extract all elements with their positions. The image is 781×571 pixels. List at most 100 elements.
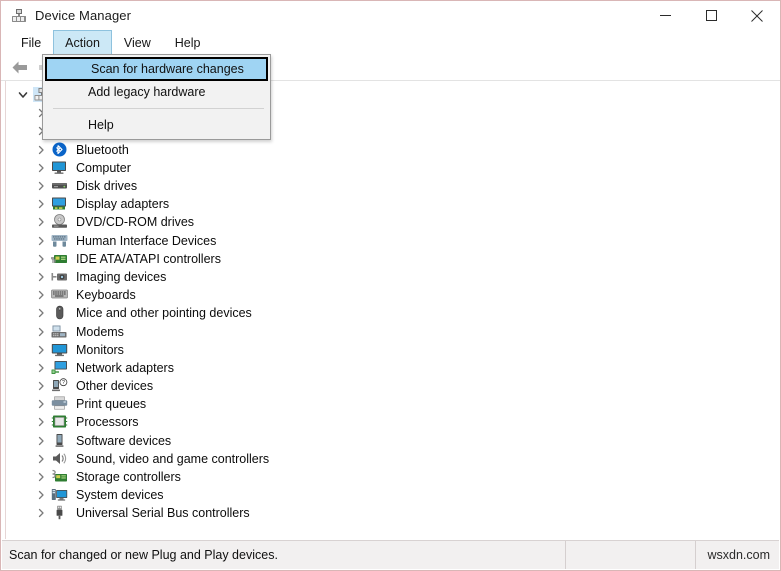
statusbar-middle-pane [566,541,696,569]
tree-left-divider [5,81,6,539]
action-dropdown-menu[interactable]: Scan for hardware changes Add legacy har… [42,54,271,140]
tree-row-label: Mice and other pointing devices [76,306,252,321]
processor-icon [51,414,70,430]
monitor-icon [51,342,70,358]
tree-row-other-devices[interactable]: ? Other devices [7,377,779,395]
close-button[interactable] [734,1,780,30]
hid-icon [51,233,70,249]
chevron-right-icon[interactable] [33,308,49,318]
titlebar: Device Manager [1,1,780,30]
tree-row-disk-drives[interactable]: Disk drives [7,177,779,195]
chevron-right-icon[interactable] [33,163,49,173]
tree-row-modems[interactable]: Modems [7,322,779,340]
chevron-right-icon[interactable] [33,272,49,282]
tree-row-imaging-devices[interactable]: Imaging devices [7,268,779,286]
tree-row-human-interface-devices[interactable]: Human Interface Devices [7,232,779,250]
maximize-button[interactable] [688,1,734,30]
dvd-drive-icon [51,214,70,230]
tree-row-ide-ata-atapi-controllers[interactable]: IDE ATA/ATAPI controllers [7,250,779,268]
tree-row-label: Universal Serial Bus controllers [76,506,250,521]
computer-icon [51,160,70,176]
tree-row-label: IDE ATA/ATAPI controllers [76,251,221,266]
watermark: wsxdn.com [707,548,770,562]
chevron-right-icon[interactable] [33,217,49,227]
tree-row-display-adapters[interactable]: Display adapters [7,195,779,213]
chevron-right-icon[interactable] [33,490,49,500]
window-controls [642,1,780,30]
tree-row-label: Software devices [76,433,172,448]
chevron-right-icon[interactable] [33,254,49,264]
statusbar: Scan for changed or new Plug and Play de… [2,540,779,569]
tree-row-label: Network adapters [76,360,174,375]
device-tree[interactable]: Batteries Bluetooth [7,83,779,539]
chevron-right-icon[interactable] [33,399,49,409]
svg-text:?: ? [62,380,65,386]
tree-row-storage-controllers[interactable]: Storage controllers [7,468,779,486]
menu-file[interactable]: File [9,30,53,55]
tree-row-label: Imaging devices [76,269,167,284]
chevron-right-icon[interactable] [33,236,49,246]
tree-row-system-devices[interactable]: System devices [7,486,779,504]
chevron-right-icon[interactable] [33,199,49,209]
tree-row-label: Bluetooth [76,142,129,157]
tree-row-label: Computer [76,160,131,175]
device-manager-window: Device Manager File Action View Help Blu… [0,0,781,571]
chevron-right-icon[interactable] [33,508,49,518]
system-device-icon [51,487,70,503]
bluetooth-icon [51,142,70,158]
keyboard-icon [51,287,70,303]
network-adapter-icon [51,360,70,376]
tree-row-network-adapters[interactable]: Network adapters [7,359,779,377]
menu-item-help[interactable]: Help [44,114,269,136]
back-icon[interactable] [7,57,33,79]
menu-help[interactable]: Help [163,30,213,55]
tree-row-print-queues[interactable]: Print queues [7,395,779,413]
minimize-button[interactable] [642,1,688,30]
chevron-right-icon[interactable] [33,454,49,464]
tree-row-label: Modems [76,324,124,339]
display-adapter-icon [51,196,70,212]
device-manager-icon [10,7,28,25]
tree-row-processors[interactable]: Processors [7,413,779,431]
menu-item-add-legacy-hardware[interactable]: Add legacy hardware [44,81,269,103]
tree-row-label: Display adapters [76,197,170,212]
chevron-down-icon[interactable] [15,90,31,100]
tree-row-keyboards[interactable]: Keyboards [7,286,779,304]
chevron-right-icon[interactable] [33,417,49,427]
tree-row-software-devices[interactable]: Software devices [7,432,779,450]
tree-row-universal-serial-bus-controllers[interactable]: Universal Serial Bus controllers [7,504,779,522]
chevron-right-icon[interactable] [33,381,49,391]
chevron-right-icon[interactable] [33,436,49,446]
menu-action[interactable]: Action [53,30,112,55]
menu-view[interactable]: View [112,30,163,55]
tree-row-label: Monitors [76,342,124,357]
tree-row-computer[interactable]: Computer [7,159,779,177]
chevron-right-icon[interactable] [33,345,49,355]
tree-row-bluetooth[interactable]: Bluetooth [7,141,779,159]
sound-controller-icon [51,451,70,467]
chevron-right-icon[interactable] [33,363,49,373]
tree-row-label: Print queues [76,397,147,412]
chevron-right-icon[interactable] [33,290,49,300]
tree-row-label: Human Interface Devices [76,233,217,248]
ide-controller-icon [51,251,70,267]
other-device-icon: ? [51,378,70,394]
tree-row-sound-video-and-game-controllers[interactable]: Sound, video and game controllers [7,450,779,468]
tree-row-label: DVD/CD-ROM drives [76,215,195,230]
tree-row-monitors[interactable]: Monitors [7,341,779,359]
menu-item-scan-for-hardware-changes[interactable]: Scan for hardware changes [45,57,268,81]
tree-row-mice-and-other-pointing-devices[interactable]: Mice and other pointing devices [7,304,779,322]
chevron-right-icon[interactable] [33,327,49,337]
tree-row-label: Other devices [76,379,154,394]
tree-row-label: Keyboards [76,288,136,303]
chevron-right-icon[interactable] [33,472,49,482]
chevron-right-icon[interactable] [33,181,49,191]
usb-controller-icon [51,505,70,521]
chevron-right-icon[interactable] [33,145,49,155]
software-device-icon [51,433,70,449]
tree-row-label: System devices [76,488,164,503]
tree-row-label: Sound, video and game controllers [76,451,270,466]
tree-row-dvd-cdrom-drives[interactable]: DVD/CD-ROM drives [7,213,779,231]
imaging-device-icon [51,269,70,285]
tree-row-label: Processors [76,415,139,430]
